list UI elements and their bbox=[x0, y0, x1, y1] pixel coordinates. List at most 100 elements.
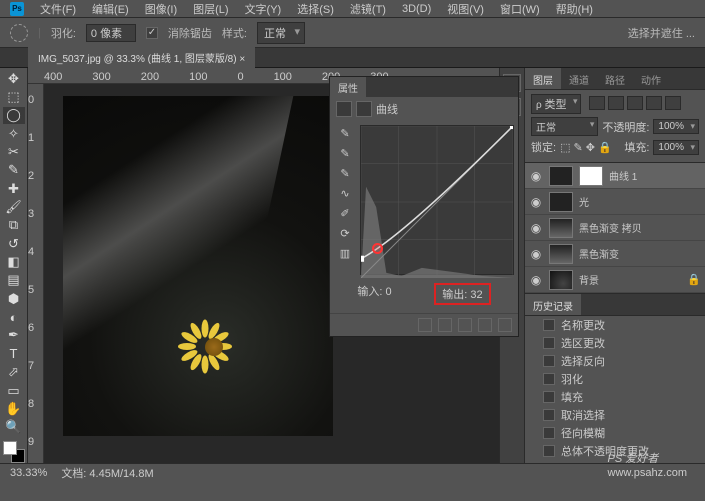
auto-icon[interactable]: ▥ bbox=[337, 245, 353, 261]
brush-tool[interactable]: 🖌 bbox=[3, 198, 25, 215]
clip-icon[interactable] bbox=[418, 318, 432, 332]
layer-thumb bbox=[549, 192, 573, 212]
pencil-curve-icon[interactable]: ✐ bbox=[337, 205, 353, 221]
history-item[interactable]: 取消选择 bbox=[525, 406, 705, 424]
opacity-input[interactable]: 100% bbox=[653, 119, 699, 134]
tab-channels[interactable]: 通道 bbox=[561, 68, 597, 89]
menu-edit[interactable]: 编辑(E) bbox=[86, 0, 135, 19]
layer-row[interactable]: ◉背景🔒 bbox=[525, 267, 705, 293]
layer-kind-select[interactable]: ρ 类型 bbox=[531, 94, 581, 114]
menu-3d[interactable]: 3D(D) bbox=[396, 1, 437, 17]
output-value[interactable]: 32 bbox=[470, 289, 482, 301]
tab-layers[interactable]: 图层 bbox=[525, 68, 561, 89]
zoom-tool[interactable]: 🔍 bbox=[3, 419, 25, 436]
layer-name[interactable]: 背景 bbox=[579, 272, 599, 287]
document-tab[interactable]: IMG_5037.jpg @ 33.3% (曲线 1, 图层蒙版/8) × bbox=[28, 47, 255, 68]
feather-input[interactable]: 0 像素 bbox=[86, 24, 136, 42]
history-item[interactable]: 填充 bbox=[525, 388, 705, 406]
tab-paths[interactable]: 路径 bbox=[597, 68, 633, 89]
mask-thumb bbox=[579, 166, 603, 186]
visibility-icon[interactable]: ◉ bbox=[529, 169, 543, 183]
layer-name[interactable]: 黑色渐变 bbox=[579, 246, 619, 261]
lock-label: 锁定: bbox=[531, 139, 556, 155]
doc-size[interactable]: 文档: 4.45M/14.8M bbox=[61, 465, 153, 481]
reset-icon[interactable] bbox=[458, 318, 472, 332]
tab-properties[interactable]: 属性 bbox=[330, 77, 366, 97]
menu-file[interactable]: 文件(F) bbox=[34, 0, 82, 19]
eyedropper-white-icon[interactable]: ✎ bbox=[337, 165, 353, 181]
smooth-icon[interactable]: ⟳ bbox=[337, 225, 353, 241]
curves-graph[interactable] bbox=[360, 125, 514, 275]
eyedropper-black-icon[interactable]: ✎ bbox=[337, 125, 353, 141]
trash-icon[interactable] bbox=[498, 318, 512, 332]
layer-row[interactable]: ◉ 曲线 1 bbox=[525, 163, 705, 189]
document-canvas[interactable] bbox=[63, 96, 333, 436]
gradient-tool[interactable]: ▤ bbox=[3, 272, 25, 289]
path-tool[interactable]: ⬀ bbox=[3, 364, 25, 381]
move-tool[interactable]: ✥ bbox=[3, 70, 25, 87]
menu-help[interactable]: 帮助(H) bbox=[550, 0, 599, 19]
history-item[interactable]: 选区更改 bbox=[525, 334, 705, 352]
filter-icon[interactable] bbox=[608, 96, 624, 110]
antialias-checkbox[interactable] bbox=[146, 27, 158, 39]
marquee-tool[interactable]: ⬚ bbox=[3, 88, 25, 105]
blur-tool[interactable]: ⬢ bbox=[3, 290, 25, 307]
blend-mode-select[interactable]: 正常 bbox=[531, 117, 598, 136]
text-tool[interactable]: T bbox=[3, 345, 25, 362]
shape-tool[interactable]: ▭ bbox=[3, 382, 25, 399]
menu-filter[interactable]: 滤镜(T) bbox=[344, 0, 392, 19]
hand-tool[interactable]: ✋ bbox=[3, 400, 25, 417]
visibility-icon[interactable]: ◉ bbox=[529, 273, 543, 287]
menu-layer[interactable]: 图层(L) bbox=[187, 0, 234, 19]
input-value[interactable]: 0 bbox=[385, 286, 391, 298]
layer-row[interactable]: ◉光 bbox=[525, 189, 705, 215]
eyedropper-gray-icon[interactable]: ✎ bbox=[337, 145, 353, 161]
prev-state-icon[interactable] bbox=[438, 318, 452, 332]
menu-view[interactable]: 视图(V) bbox=[441, 0, 490, 19]
filter-icon[interactable] bbox=[627, 96, 643, 110]
pen-tool[interactable]: ✒ bbox=[3, 327, 25, 344]
layer-row[interactable]: ◉ 黑色渐变 拷贝 bbox=[525, 215, 705, 241]
filter-icon[interactable] bbox=[646, 96, 662, 110]
dodge-tool[interactable]: ◐ bbox=[3, 308, 25, 325]
menu-window[interactable]: 窗口(W) bbox=[494, 0, 546, 19]
history-brush-tool[interactable]: ↺ bbox=[3, 235, 25, 252]
menu-select[interactable]: 选择(S) bbox=[291, 0, 340, 19]
history-item[interactable]: 总体不透明度更改 bbox=[525, 442, 705, 460]
eyedropper-tool[interactable]: ✎ bbox=[3, 162, 25, 179]
heal-tool[interactable]: ✚ bbox=[3, 180, 25, 197]
filter-icon[interactable] bbox=[589, 96, 605, 110]
lasso-tool[interactable]: ◯ bbox=[3, 107, 25, 124]
zoom-level[interactable]: 33.33% bbox=[10, 467, 47, 479]
target-adjust-icon[interactable]: ∿ bbox=[337, 185, 353, 201]
history-item[interactable]: 羽化 bbox=[525, 370, 705, 388]
input-label: 输入: bbox=[357, 286, 382, 298]
history-item[interactable]: 填充不透明度更改 bbox=[525, 460, 705, 463]
fill-input[interactable]: 100% bbox=[653, 140, 699, 155]
wand-tool[interactable]: ✧ bbox=[3, 125, 25, 142]
visibility-icon[interactable]: ◉ bbox=[529, 247, 543, 261]
filter-icon[interactable] bbox=[665, 96, 681, 110]
history-item[interactable]: 选择反向 bbox=[525, 352, 705, 370]
style-select[interactable]: 正常 bbox=[257, 22, 305, 44]
layer-name[interactable]: 光 bbox=[579, 194, 589, 209]
layer-name[interactable]: 黑色渐变 拷贝 bbox=[579, 220, 642, 235]
color-swatch[interactable] bbox=[3, 441, 25, 463]
history-item[interactable]: 名称更改 bbox=[525, 316, 705, 334]
tab-history[interactable]: 历史记录 bbox=[525, 294, 581, 315]
layer-row[interactable]: ◉ 黑色渐变 bbox=[525, 241, 705, 267]
eraser-tool[interactable]: ◧ bbox=[3, 253, 25, 270]
crop-tool[interactable]: ✂ bbox=[3, 143, 25, 160]
refine-edge-button[interactable]: 选择并遮住 ... bbox=[628, 25, 695, 41]
stamp-tool[interactable]: ⧉ bbox=[3, 217, 25, 234]
history-item[interactable]: 径向模糊 bbox=[525, 424, 705, 442]
lock-icon[interactable]: ⬚ ✎ ✥ 🔒 bbox=[560, 141, 612, 154]
visibility-icon[interactable]: ◉ bbox=[529, 221, 543, 235]
marquee-tool-icon[interactable] bbox=[10, 24, 28, 42]
visibility-icon[interactable]: ◉ bbox=[529, 195, 543, 209]
menu-type[interactable]: 文字(Y) bbox=[239, 0, 288, 19]
layer-name[interactable]: 曲线 1 bbox=[609, 168, 637, 183]
tab-actions[interactable]: 动作 bbox=[633, 68, 669, 89]
visibility-icon[interactable] bbox=[478, 318, 492, 332]
menu-image[interactable]: 图像(I) bbox=[139, 0, 183, 19]
